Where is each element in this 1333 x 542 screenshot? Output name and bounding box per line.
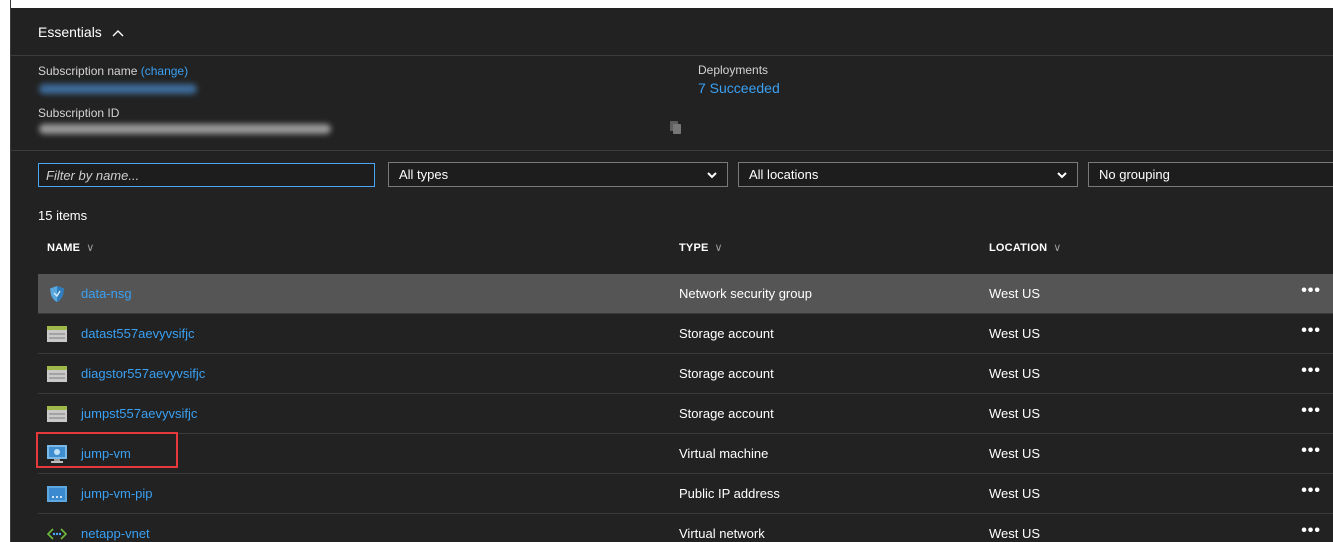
resource-location: West US	[989, 326, 1041, 341]
table-row[interactable]: jump-vm Virtual machine West US •••	[38, 434, 1333, 474]
location-filter-dropdown[interactable]: All locations	[738, 162, 1078, 187]
essentials-header[interactable]: Essentials	[11, 8, 1333, 56]
resource-location: West US	[989, 366, 1041, 381]
resource-name-link[interactable]: netapp-vnet	[81, 526, 150, 541]
storage-account-icon	[47, 324, 67, 344]
resource-location: West US	[989, 286, 1041, 301]
change-subscription-link[interactable]: (change)	[141, 64, 188, 78]
resource-location: West US	[989, 526, 1041, 541]
resource-type: Virtual network	[679, 526, 765, 541]
subscription-name-redacted	[39, 84, 197, 94]
resource-type: Network security group	[679, 286, 812, 301]
resource-location: West US	[989, 446, 1041, 461]
resource-location: West US	[989, 406, 1041, 421]
essentials-divider	[11, 150, 1333, 151]
resource-type: Virtual machine	[679, 446, 769, 461]
item-count: 15 items	[38, 208, 88, 223]
table-row[interactable]: netapp-vnet Virtual network West US •••	[38, 514, 1333, 542]
table-row[interactable]: jump-vm-pip Public IP address West US ••…	[38, 474, 1333, 514]
resource-group-panel: Essentials Subscription name (change) Su…	[10, 0, 1333, 542]
column-header-location[interactable]: LOCATION ∨	[989, 241, 1062, 254]
more-options-button[interactable]: •••	[1301, 282, 1321, 300]
resource-name-link[interactable]: jump-vm-pip	[81, 486, 153, 501]
resource-type: Storage account	[679, 406, 774, 421]
more-options-button[interactable]: •••	[1301, 482, 1321, 500]
table-row[interactable]: diagstor557aevyvsifjc Storage account We…	[38, 354, 1333, 394]
virtual-network-icon	[46, 524, 68, 542]
sort-chevron-icon: ∨	[1053, 242, 1062, 254]
resource-name-link[interactable]: jumpst557aevyvsifjc	[81, 406, 197, 421]
resource-name-link[interactable]: data-nsg	[81, 286, 132, 301]
column-name-label: NAME	[47, 242, 81, 254]
resource-location: West US	[989, 486, 1041, 501]
chevron-up-icon[interactable]	[112, 25, 124, 40]
copy-icon[interactable]	[670, 121, 681, 134]
more-options-button[interactable]: •••	[1301, 322, 1321, 340]
column-type-label: TYPE	[679, 242, 709, 254]
chevron-down-icon	[706, 169, 718, 181]
deployments-link[interactable]: 7 Succeeded	[698, 80, 780, 96]
location-filter-value: All locations	[749, 167, 819, 182]
subscription-name-label: Subscription name (change)	[38, 64, 188, 78]
resource-type: Storage account	[679, 326, 774, 341]
more-options-button[interactable]: •••	[1301, 402, 1321, 420]
resource-name-link[interactable]: diagstor557aevyvsifjc	[81, 366, 205, 381]
resource-name-link[interactable]: datast557aevyvsifjc	[81, 326, 194, 341]
column-header-type[interactable]: TYPE ∨	[679, 241, 723, 254]
subscription-name-text: Subscription name	[38, 64, 138, 78]
sort-chevron-icon: ∨	[714, 242, 723, 254]
grouping-value: No grouping	[1099, 167, 1170, 182]
type-filter-value: All types	[399, 167, 449, 182]
top-strip	[11, 0, 1333, 8]
table-row[interactable]: data-nsg Network security group West US …	[38, 274, 1333, 314]
subscription-id-redacted	[39, 124, 331, 134]
more-options-button[interactable]: •••	[1301, 522, 1321, 540]
column-header-name[interactable]: NAME ∨	[47, 241, 94, 254]
table-row[interactable]: jumpst557aevyvsifjc Storage account West…	[38, 394, 1333, 434]
resource-type: Storage account	[679, 366, 774, 381]
grouping-dropdown[interactable]: No grouping	[1088, 162, 1333, 187]
more-options-button[interactable]: •••	[1301, 442, 1321, 460]
resource-type: Public IP address	[679, 486, 780, 501]
filter-by-name-input[interactable]	[38, 163, 375, 187]
deployments-label: Deployments	[698, 63, 769, 77]
storage-account-icon	[47, 364, 67, 384]
shield-icon	[47, 284, 67, 304]
highlight-box	[36, 432, 178, 468]
type-filter-dropdown[interactable]: All types	[388, 162, 728, 187]
table-row[interactable]: datast557aevyvsifjc Storage account West…	[38, 314, 1333, 354]
filter-input-field[interactable]	[39, 164, 374, 186]
public-ip-icon	[47, 484, 67, 504]
essentials-title: Essentials	[38, 23, 102, 40]
sort-chevron-icon: ∨	[86, 242, 95, 254]
chevron-down-icon	[1056, 169, 1068, 181]
subscription-id-label: Subscription ID	[38, 106, 120, 120]
column-location-label: LOCATION	[989, 242, 1048, 254]
storage-account-icon	[47, 404, 67, 424]
more-options-button[interactable]: •••	[1301, 362, 1321, 380]
